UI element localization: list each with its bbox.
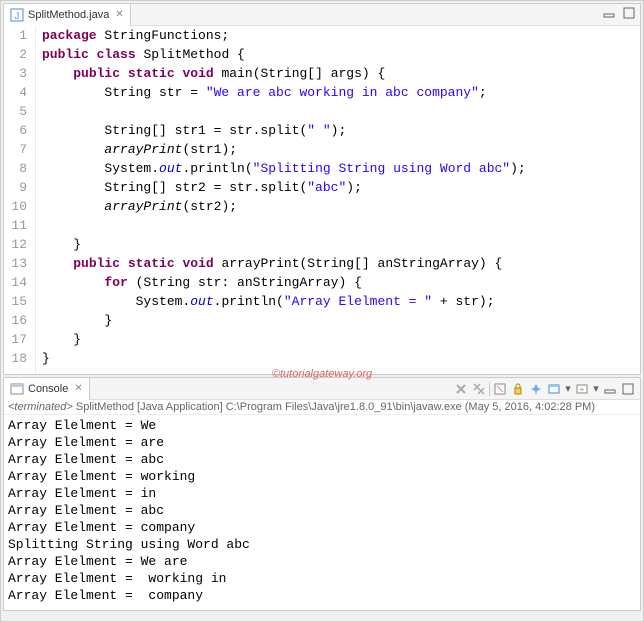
console-status-text: SplitMethod [Java Application] C:\Progra… [73, 401, 595, 413]
code-line[interactable]: package StringFunctions; [42, 26, 526, 45]
code-line[interactable]: arrayPrint(str1); [42, 140, 526, 159]
dropdown-icon[interactable]: ▾ [564, 381, 572, 397]
code-line[interactable]: } [42, 330, 526, 349]
console-line: Array Elelment = company [8, 519, 636, 536]
console-line: Array Elelment = We are [8, 553, 636, 570]
line-number: 9 [4, 178, 27, 197]
open-console-icon[interactable]: + [574, 381, 590, 397]
remove-all-icon[interactable] [471, 381, 487, 397]
close-icon[interactable]: ✕ [74, 383, 82, 394]
line-number: 8 [4, 159, 27, 178]
line-number: 14 [4, 273, 27, 292]
close-icon[interactable]: ✕ [115, 9, 123, 20]
line-number: 6 [4, 121, 27, 140]
clear-console-icon[interactable] [492, 381, 508, 397]
editor-pane: J SplitMethod.java ✕ 1234567891011121314… [3, 3, 641, 375]
code-line[interactable]: arrayPrint(str2); [42, 197, 526, 216]
editor-tabbar: J SplitMethod.java ✕ [4, 4, 640, 26]
code-line[interactable]: String[] str1 = str.split(" "); [42, 121, 526, 140]
editor-tab[interactable]: J SplitMethod.java ✕ [4, 4, 131, 26]
minimize-icon[interactable] [602, 381, 618, 397]
code-line[interactable]: public class SplitMethod { [42, 45, 526, 64]
line-number: 18 [4, 349, 27, 368]
dropdown-icon[interactable]: ▾ [592, 381, 600, 397]
console-toolbar-icons: ▾ + ▾ [453, 381, 636, 397]
code-area[interactable]: 123456789101112131415161718 package Stri… [4, 26, 640, 374]
console-tab[interactable]: Console ✕ [4, 378, 90, 400]
code-line[interactable]: } [42, 349, 526, 368]
console-status: <terminated> SplitMethod [Java Applicati… [4, 400, 640, 415]
console-output[interactable]: Array Elelment = WeArray Elelment = areA… [4, 415, 640, 610]
console-tabbar: Console ✕ ▾ + ▾ [4, 378, 640, 400]
console-line: Array Elelment = We [8, 417, 636, 434]
console-tab-label: Console [28, 383, 68, 395]
code-content[interactable]: package StringFunctions;public class Spl… [36, 26, 526, 374]
console-line: Array Elelment = working in [8, 570, 636, 587]
divider [489, 382, 490, 396]
console-line: Array Elelment = in [8, 485, 636, 502]
line-number: 7 [4, 140, 27, 159]
code-line[interactable]: for (String str: anStringArray) { [42, 273, 526, 292]
code-line[interactable]: String str = "We are abc working in abc … [42, 83, 526, 102]
editor-toolbar-right [602, 6, 636, 20]
pin-console-icon[interactable] [528, 381, 544, 397]
java-file-icon: J [10, 8, 24, 22]
code-line[interactable]: public static void main(String[] args) { [42, 64, 526, 83]
svg-text:+: + [580, 385, 585, 394]
code-line[interactable] [42, 102, 526, 121]
code-line[interactable]: System.out.println("Array Elelment = " +… [42, 292, 526, 311]
line-number: 3 [4, 64, 27, 83]
line-number: 17 [4, 330, 27, 349]
maximize-icon[interactable] [622, 6, 636, 20]
code-line[interactable] [42, 216, 526, 235]
code-line[interactable]: public static void arrayPrint(String[] a… [42, 254, 526, 273]
line-number: 12 [4, 235, 27, 254]
minimize-icon[interactable] [602, 6, 616, 20]
console-line: Array Elelment = company [8, 587, 636, 604]
line-number: 16 [4, 311, 27, 330]
scroll-lock-icon[interactable] [510, 381, 526, 397]
console-line: Array Elelment = abc [8, 502, 636, 519]
code-line[interactable]: System.out.println("Splitting String usi… [42, 159, 526, 178]
line-number: 15 [4, 292, 27, 311]
line-number: 10 [4, 197, 27, 216]
terminated-label: <terminated> [8, 401, 73, 413]
line-number: 1 [4, 26, 27, 45]
line-number: 2 [4, 45, 27, 64]
console-line: Array Elelment = abc [8, 451, 636, 468]
console-line: Splitting String using Word abc [8, 536, 636, 553]
console-line: Array Elelment = are [8, 434, 636, 451]
display-selected-icon[interactable] [546, 381, 562, 397]
code-line[interactable]: String[] str2 = str.split("abc"); [42, 178, 526, 197]
editor-tab-label: SplitMethod.java [28, 9, 109, 21]
line-number: 4 [4, 83, 27, 102]
console-line: Array Elelment = working [8, 468, 636, 485]
remove-terminated-icon[interactable] [453, 381, 469, 397]
line-number: 5 [4, 102, 27, 121]
svg-text:J: J [15, 11, 20, 21]
code-line[interactable]: } [42, 311, 526, 330]
console-icon [10, 382, 24, 396]
line-number: 11 [4, 216, 27, 235]
line-gutter: 123456789101112131415161718 [4, 26, 36, 374]
line-number: 13 [4, 254, 27, 273]
code-line[interactable]: } [42, 235, 526, 254]
maximize-icon[interactable] [620, 381, 636, 397]
console-pane: Console ✕ ▾ + ▾ <terminated> SplitMethod… [3, 377, 641, 611]
